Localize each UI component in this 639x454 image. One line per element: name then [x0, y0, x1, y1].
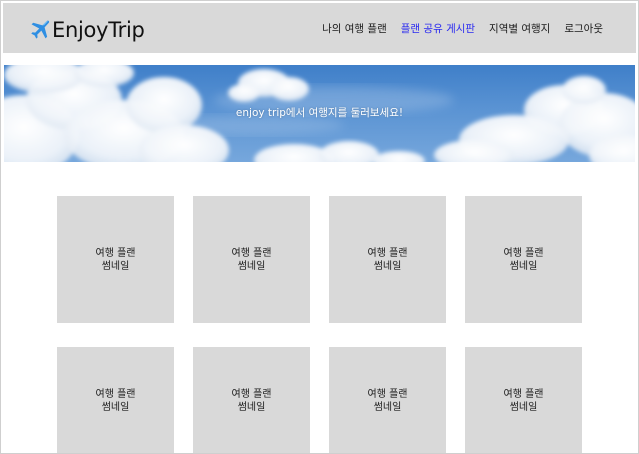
logo-text: EnjoyTrip — [52, 18, 145, 42]
plan-thumbnail-card[interactable]: 여행 플랜 썸네일 — [465, 196, 582, 323]
plan-thumbnail-card[interactable]: 여행 플랜 썸네일 — [57, 347, 174, 454]
plan-thumbnail-label: 여행 플랜 썸네일 — [503, 388, 544, 413]
plan-thumbnail-card[interactable]: 여행 플랜 썸네일 — [193, 347, 310, 454]
plan-thumbnail-card[interactable]: 여행 플랜 썸네일 — [465, 347, 582, 454]
plan-thumbnail-card[interactable]: 여행 플랜 썸네일 — [329, 347, 446, 454]
banner-tagline: enjoy trip에서 여행지를 둘러보세요! — [235, 107, 404, 119]
plan-thumbnail-label: 여행 플랜 썸네일 — [95, 388, 136, 413]
plan-thumbnail-label: 여행 플랜 썸네일 — [231, 388, 272, 413]
plan-thumbnail-card[interactable]: 여행 플랜 썸네일 — [329, 196, 446, 323]
logo[interactable]: EnjoyTrip — [29, 16, 145, 44]
plan-thumbnail-card[interactable]: 여행 플랜 썸네일 — [57, 196, 174, 323]
airplane-icon — [31, 20, 50, 39]
nav-logout[interactable]: 로그아웃 — [564, 21, 603, 36]
header-bar: EnjoyTrip 나의 여행 플랜 플랜 공유 게시판 지역별 여행지 로그아… — [3, 3, 636, 53]
plan-thumbnail-label: 여행 플랜 썸네일 — [95, 247, 136, 272]
plan-thumbnail-label: 여행 플랜 썸네일 — [367, 388, 408, 413]
nav-plan-share-board[interactable]: 플랜 공유 게시판 — [401, 21, 475, 36]
nav-regional-destinations[interactable]: 지역별 여행지 — [489, 21, 550, 36]
plan-thumbnail-card[interactable]: 여행 플랜 썸네일 — [193, 196, 310, 323]
plan-thumbnail-label: 여행 플랜 썸네일 — [367, 247, 408, 272]
plan-thumbnail-label: 여행 플랜 썸네일 — [503, 247, 544, 272]
hero-banner: enjoy trip에서 여행지를 둘러보세요! — [4, 65, 635, 162]
main-nav: 나의 여행 플랜 플랜 공유 게시판 지역별 여행지 로그아웃 — [308, 3, 603, 53]
page: EnjoyTrip 나의 여행 플랜 플랜 공유 게시판 지역별 여행지 로그아… — [0, 0, 639, 454]
nav-my-plans[interactable]: 나의 여행 플랜 — [322, 21, 387, 36]
plan-thumbnail-label: 여행 플랜 썸네일 — [231, 247, 272, 272]
